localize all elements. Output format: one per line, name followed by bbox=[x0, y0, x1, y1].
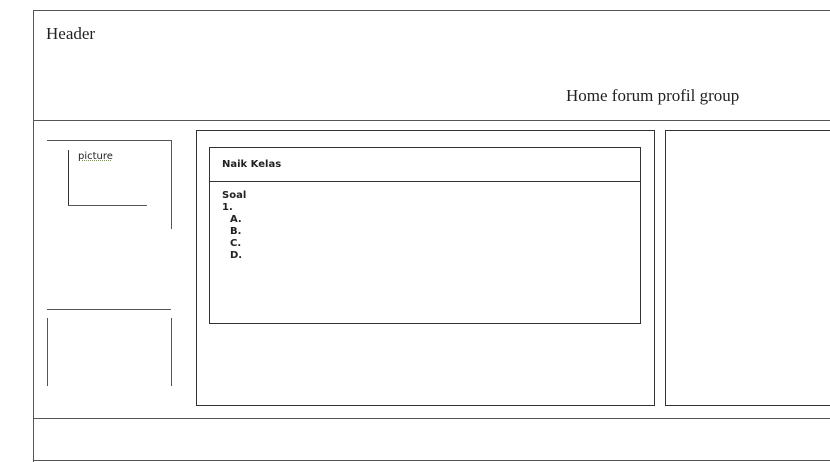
right-panel bbox=[665, 130, 830, 406]
header-title: Header bbox=[46, 24, 96, 43]
sidebar-top-line bbox=[47, 140, 171, 141]
footer-divider bbox=[33, 418, 830, 419]
frame-left-border bbox=[33, 10, 34, 462]
sidebar-top-right-line bbox=[171, 140, 172, 229]
question-title: Naik Kelas bbox=[222, 159, 282, 170]
option-d: D. bbox=[230, 250, 243, 261]
navigation-menu[interactable]: Home forum profil group bbox=[566, 86, 739, 106]
option-c: C. bbox=[230, 238, 242, 249]
question-body: Soal 1. A. B. C. D. bbox=[222, 190, 246, 262]
option-a: A. bbox=[230, 214, 242, 225]
question-box: Naik Kelas Soal 1. A. B. C. D. bbox=[209, 147, 641, 324]
question-number: 1. bbox=[222, 202, 233, 213]
header-divider bbox=[33, 120, 830, 121]
picture-label: picture bbox=[78, 151, 113, 162]
sidebar-bottom-right-line bbox=[171, 318, 172, 386]
section-label: Soal bbox=[222, 190, 247, 201]
picture-box-bottom-line bbox=[68, 205, 147, 206]
option-b: B. bbox=[230, 226, 242, 237]
sidebar-bottom-line bbox=[47, 309, 171, 310]
footer-bottom-line bbox=[33, 460, 830, 461]
question-title-divider bbox=[210, 181, 640, 182]
sidebar-bottom-left-line bbox=[47, 318, 48, 386]
frame-top-border bbox=[33, 10, 830, 11]
